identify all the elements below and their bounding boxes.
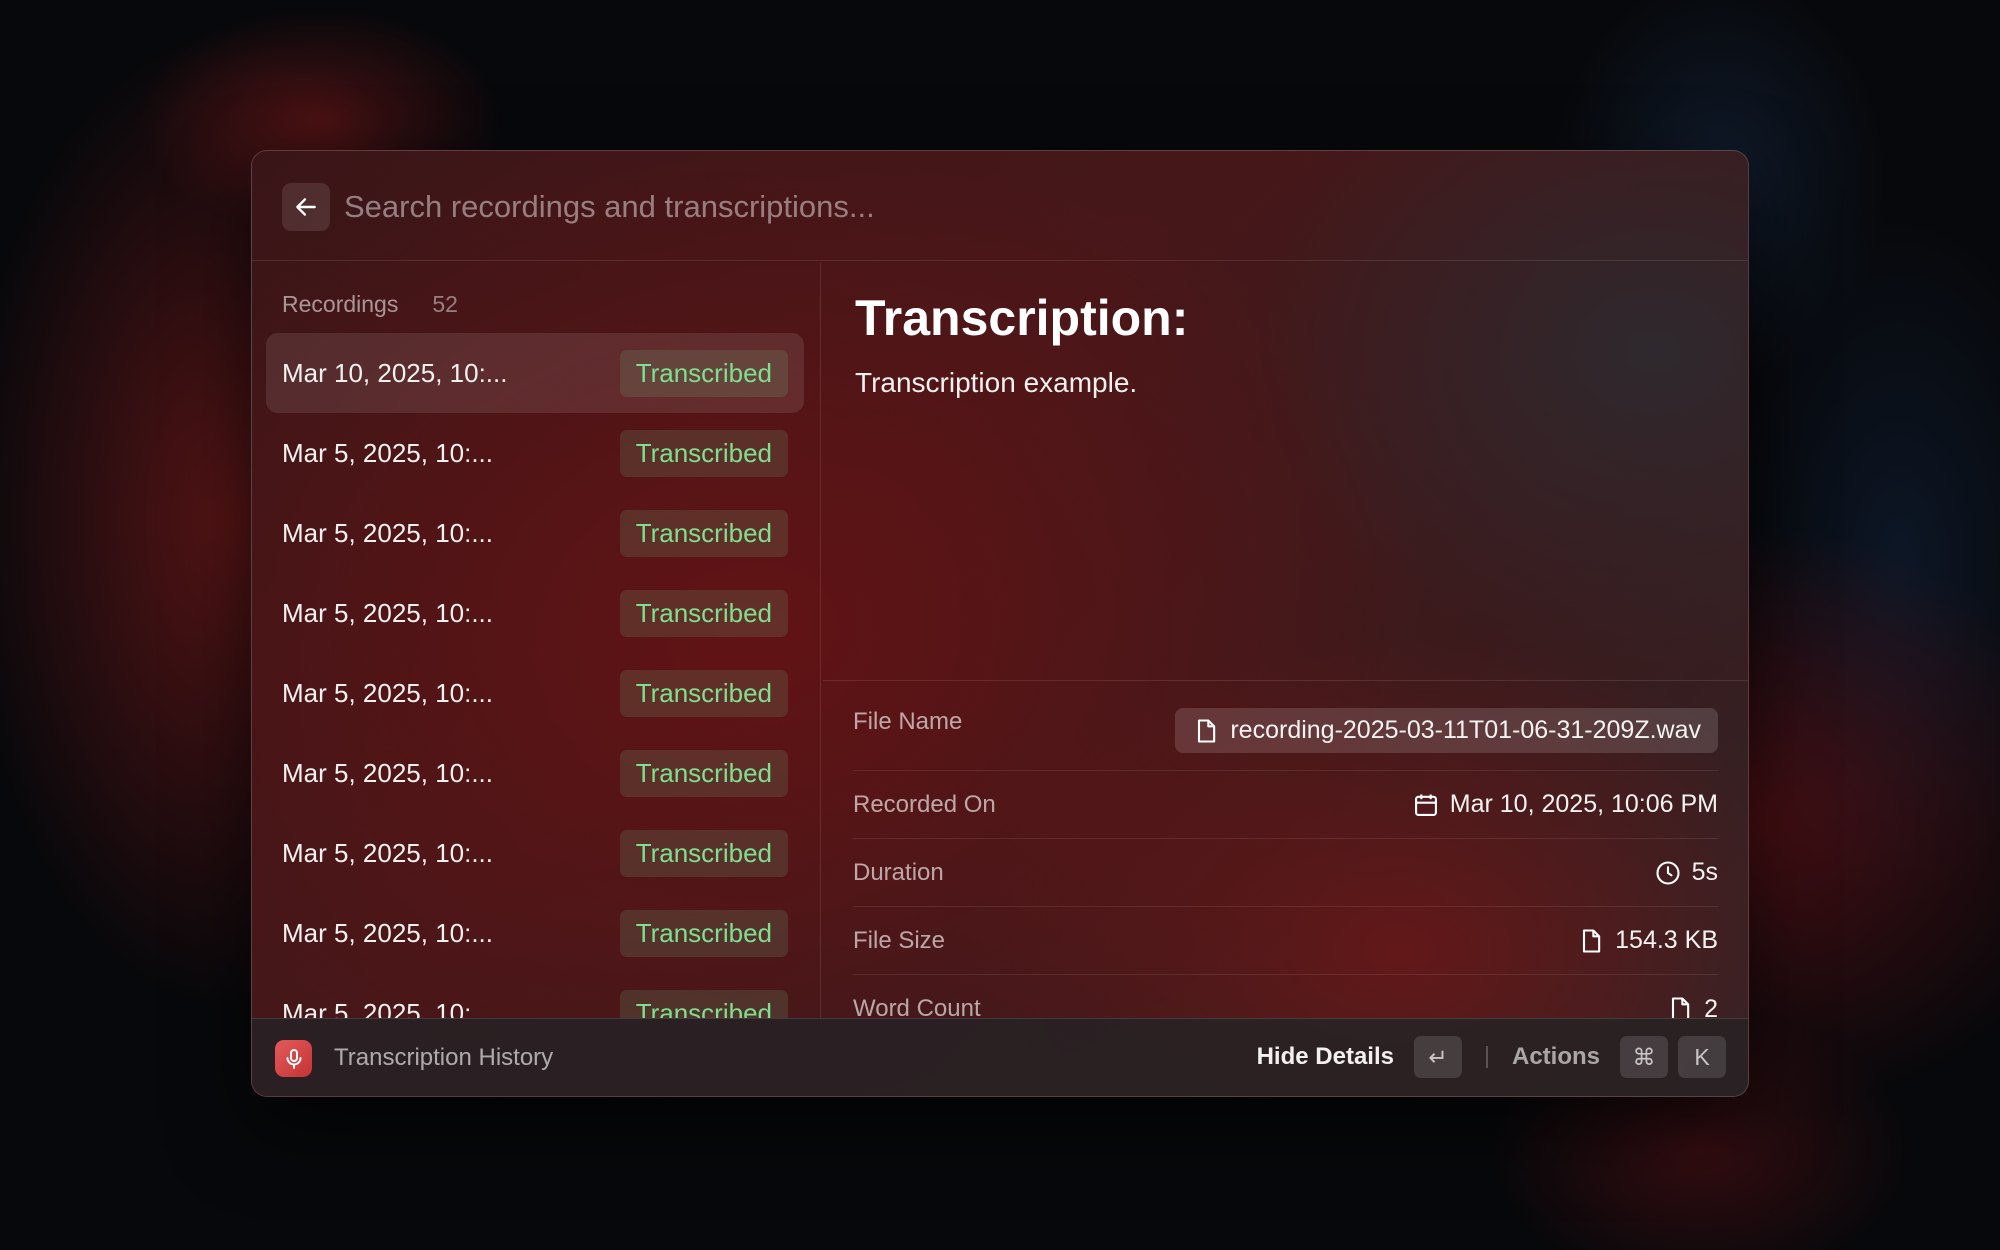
metadata-value: 5s (1691, 858, 1718, 886)
list-item[interactable]: Mar 5, 2025, 10:... Transcribed (266, 493, 804, 573)
recording-date: Mar 5, 2025, 10:... (282, 597, 494, 628)
actions-button[interactable]: Actions (1512, 1043, 1600, 1071)
recording-date: Mar 5, 2025, 10:... (282, 677, 494, 708)
status-badge: Transcribed (619, 429, 788, 477)
metadata-row-file-name: File Name recording-2025-03-11T01-06-31-… (853, 691, 1718, 771)
back-button[interactable] (282, 183, 330, 231)
hide-details-button[interactable]: Hide Details (1257, 1043, 1394, 1071)
app-icon (275, 1040, 312, 1077)
recordings-list: Recordings 52 Mar 10, 2025, 10:... Trans… (252, 263, 821, 1018)
recordings-count: 52 (432, 291, 458, 317)
status-badge: Transcribed (619, 989, 788, 1018)
section-title: Recordings (282, 291, 399, 317)
file-icon (1198, 718, 1216, 743)
action-bar: Transcription History Hide Details ↵ Act… (252, 1018, 1748, 1096)
metadata-value-group: 2 (1666, 994, 1718, 1019)
list-section-header: Recordings 52 (282, 291, 458, 318)
metadata-row-word-count: Word Count 2 (853, 975, 1718, 1018)
detail-title: Transcription: (855, 290, 1189, 346)
metadata-label: File Name (853, 708, 963, 735)
status-badge: Transcribed (619, 589, 788, 637)
status-badge: Transcribed (619, 909, 788, 957)
recording-date: Mar 5, 2025, 10:... (282, 517, 494, 548)
metadata-value: recording-2025-03-11T01-06-31-209Z.wav (1230, 716, 1701, 744)
recording-date: Mar 5, 2025, 10:... (282, 837, 494, 868)
recording-date: Mar 5, 2025, 10:... (282, 917, 494, 948)
command-key-hint: ⌘ (1620, 1036, 1668, 1078)
status-badge: Transcribed (619, 669, 788, 717)
metadata-label: Word Count (853, 995, 981, 1018)
enter-key-hint: ↵ (1413, 1036, 1462, 1078)
divider (1485, 1046, 1488, 1068)
metadata-value-group: 154.3 KB (1577, 926, 1718, 955)
metadata-label: File Size (853, 926, 946, 954)
recording-date: Mar 5, 2025, 10:... (282, 437, 494, 468)
list-item[interactable]: Mar 5, 2025, 10:... Transcribed (266, 573, 804, 653)
metadata-value-group: Mar 10, 2025, 10:06 PM (1412, 790, 1718, 819)
clock-icon (1656, 860, 1680, 885)
status-badge: Transcribed (619, 749, 788, 797)
app-name: Transcription History (334, 1044, 554, 1071)
microphone-icon (286, 1048, 301, 1069)
metadata-label: Recorded On (853, 790, 996, 818)
list-item[interactable]: Mar 5, 2025, 10:... Transcribed (266, 733, 804, 813)
metadata-value: Mar 10, 2025, 10:06 PM (1449, 790, 1718, 818)
metadata-row-recorded-on: Recorded On Mar 10, 2025, 10:06 PM (853, 771, 1718, 839)
metadata-row-file-size: File Size 154.3 KB (853, 907, 1718, 975)
metadata-label: Duration (853, 858, 944, 886)
arrow-left-icon (296, 198, 316, 216)
status-badge: Transcribed (619, 349, 788, 397)
metadata-row-duration: Duration 5s (853, 839, 1718, 907)
file-name-chip[interactable]: recording-2025-03-11T01-06-31-209Z.wav (1175, 708, 1718, 753)
recording-date: Mar 10, 2025, 10:... (282, 357, 508, 388)
search-input[interactable] (344, 181, 1714, 233)
recording-date: Mar 5, 2025, 10:... (282, 997, 494, 1019)
status-badge: Transcribed (619, 829, 788, 877)
search-bar (252, 151, 1748, 261)
list-item[interactable]: Mar 5, 2025, 10:... Transcribed (266, 413, 804, 493)
metadata-value: 2 (1704, 994, 1718, 1019)
calendar-icon (1414, 794, 1437, 816)
file-icon (1672, 997, 1690, 1018)
k-key-hint: K (1678, 1036, 1726, 1078)
list-item[interactable]: Mar 5, 2025, 10:... Transcribed (266, 973, 804, 1018)
transcription-history-window: Recordings 52 Mar 10, 2025, 10:... Trans… (251, 150, 1749, 1097)
file-icon (1583, 928, 1601, 953)
list-item[interactable]: Mar 10, 2025, 10:... Transcribed (266, 333, 804, 413)
list-item[interactable]: Mar 5, 2025, 10:... Transcribed (266, 653, 804, 733)
status-badge: Transcribed (619, 509, 788, 557)
metadata-value-group: 5s (1654, 858, 1718, 887)
detail-pane: Transcription: Transcription example. Fi… (823, 263, 1748, 1018)
recording-date: Mar 5, 2025, 10:... (282, 757, 494, 788)
transcription-text: Transcription example. (855, 367, 1138, 398)
list-item[interactable]: Mar 5, 2025, 10:... Transcribed (266, 893, 804, 973)
metadata-panel: File Name recording-2025-03-11T01-06-31-… (823, 680, 1748, 1018)
list-item[interactable]: Mar 5, 2025, 10:... Transcribed (266, 813, 804, 893)
metadata-value: 154.3 KB (1615, 926, 1718, 954)
